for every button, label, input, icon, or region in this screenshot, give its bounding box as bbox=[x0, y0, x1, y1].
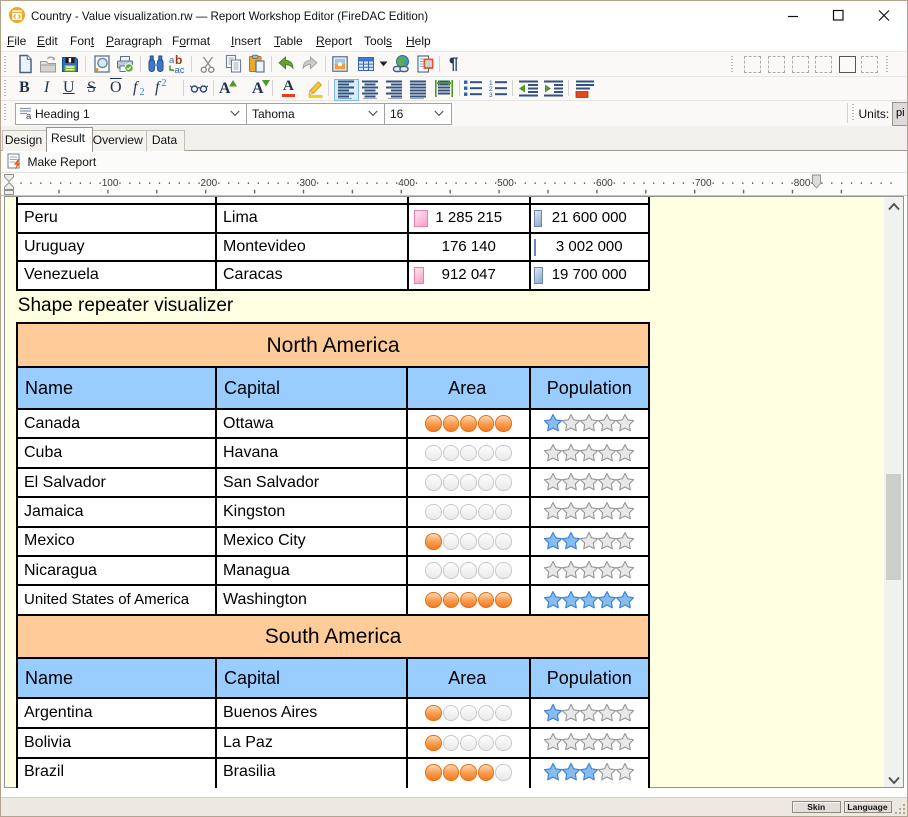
svg-text:100: 100 bbox=[102, 178, 119, 189]
svg-text:600: 600 bbox=[596, 178, 613, 189]
svg-text:3: 3 bbox=[489, 92, 493, 98]
svg-text:800: 800 bbox=[794, 178, 811, 189]
svg-text:500: 500 bbox=[497, 178, 514, 189]
svg-text:300: 300 bbox=[299, 178, 316, 189]
svg-text:400: 400 bbox=[398, 178, 415, 189]
svg-text:700: 700 bbox=[695, 178, 712, 189]
svg-text:200: 200 bbox=[201, 178, 218, 189]
svg-text:a: a bbox=[26, 111, 32, 120]
svg-text:ac: ac bbox=[174, 65, 184, 74]
